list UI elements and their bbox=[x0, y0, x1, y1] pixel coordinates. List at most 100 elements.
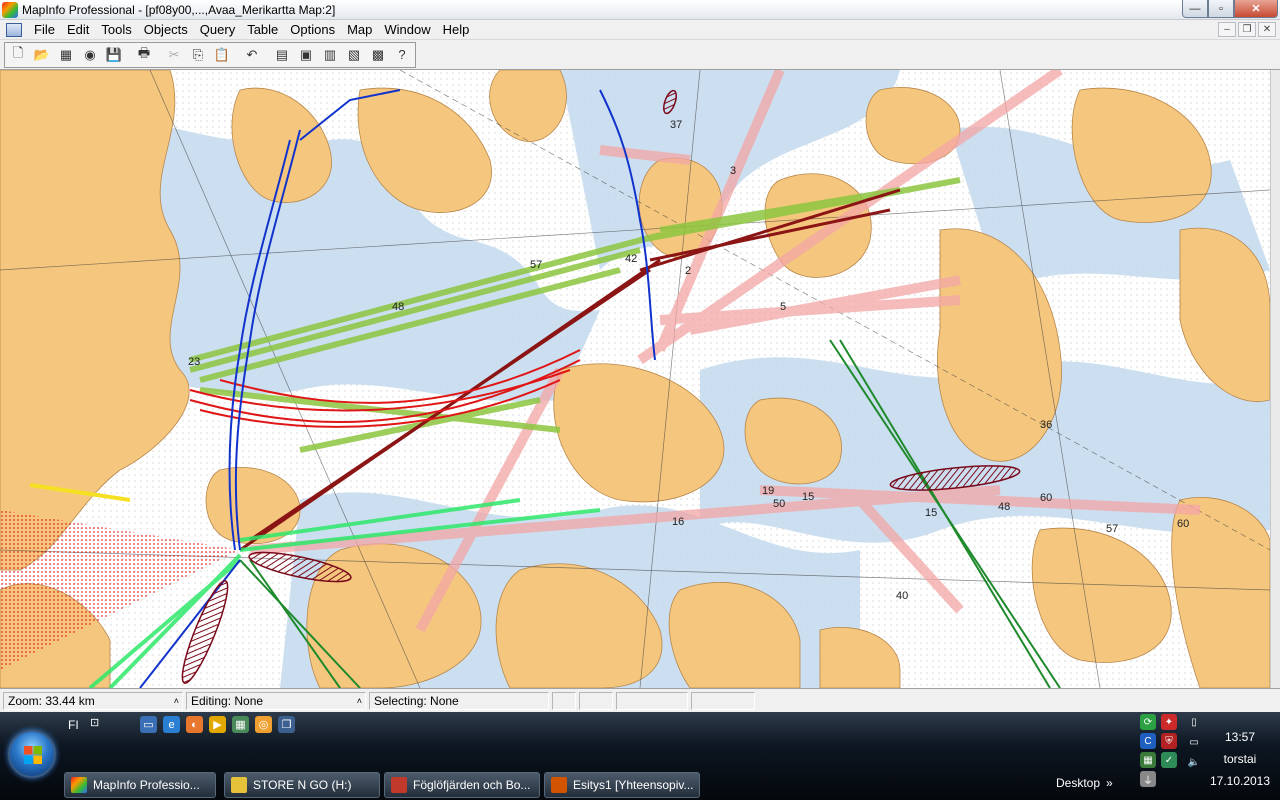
security-icon[interactable]: ✦ bbox=[1161, 714, 1177, 730]
task-powerpoint-esitys1[interactable]: Esitys1 [Yhteensopiv... bbox=[544, 772, 700, 798]
new-layout-button[interactable]: ▧ bbox=[342, 43, 366, 66]
map-label: 42 bbox=[625, 253, 637, 265]
new-table-button[interactable]: 🗋 bbox=[6, 43, 30, 66]
map-label: 23 bbox=[188, 356, 200, 368]
desktop-toolbar[interactable]: Desktop » bbox=[1056, 776, 1113, 790]
status-bar: Zoom: 33.44 km ˄ Editing: None ˄ Selecti… bbox=[0, 688, 1280, 712]
paste-button[interactable]: 📋 bbox=[210, 43, 234, 66]
app-launcher-icon[interactable]: ◎ bbox=[255, 716, 272, 733]
task-label: Föglöfjärden och Bo... bbox=[413, 778, 531, 792]
mapinfo-app-icon[interactable] bbox=[2, 1, 18, 18]
task-label: Esitys1 [Yhteensopiv... bbox=[573, 778, 694, 792]
menu-query[interactable]: Query bbox=[194, 20, 241, 40]
display-icon[interactable]: ▭ bbox=[1186, 734, 1202, 750]
internet-explorer-icon[interactable]: e bbox=[163, 716, 180, 733]
doc-close-button[interactable]: ✕ bbox=[1258, 22, 1276, 37]
map-label: 3 bbox=[730, 165, 736, 177]
menu-table[interactable]: Table bbox=[241, 20, 284, 40]
quick-launch: ▭ e ◐ ▶ ▦ ◎ ❐ bbox=[140, 716, 295, 733]
zoom-status[interactable]: Zoom: 33.44 km ˄ bbox=[3, 691, 183, 710]
close-button[interactable]: ✕ bbox=[1234, 0, 1278, 18]
copy-button[interactable]: ⎘ bbox=[186, 43, 210, 66]
volume-icon[interactable]: 🔈 bbox=[1186, 754, 1202, 770]
task-label: STORE N GO (H:) bbox=[253, 778, 352, 792]
status-cell-empty bbox=[552, 691, 576, 710]
print-button[interactable]: 🖶 bbox=[132, 43, 156, 66]
language-options-icon[interactable]: ⊡ bbox=[90, 716, 99, 729]
menu-window[interactable]: Window bbox=[378, 20, 436, 40]
window-controls: — ▫ ✕ bbox=[1182, 0, 1278, 18]
system-tray-secondary: ▯ ▭ 🔈 bbox=[1186, 714, 1202, 770]
new-browser-button[interactable]: ▤ bbox=[270, 43, 294, 66]
media-player-icon[interactable]: ▶ bbox=[209, 716, 226, 733]
powerpoint-task-icon bbox=[551, 777, 567, 793]
chevron-icon: » bbox=[1106, 776, 1113, 790]
usb-device-icon[interactable]: ⏚ bbox=[1140, 771, 1156, 787]
menu-map[interactable]: Map bbox=[341, 20, 378, 40]
task-powerpoint-foglofjarden[interactable]: Föglöfjärden och Bo... bbox=[384, 772, 540, 798]
sync-icon[interactable]: ⟳ bbox=[1140, 714, 1156, 730]
map-vertical-scrollbar[interactable] bbox=[1270, 70, 1280, 688]
map-label: 15 bbox=[802, 491, 814, 503]
toolbar-group: 🗋 📂 ▦ ◉ 💾 🖶 ✂ ⎘ 📋 ↶ ▤ ▣ ▥ ▧ ▩ ? bbox=[4, 41, 416, 68]
desktop-label-text: Desktop bbox=[1056, 776, 1101, 790]
show-desktop-icon[interactable]: ▭ bbox=[140, 716, 157, 733]
menu-file[interactable]: File bbox=[28, 20, 61, 40]
task-store-n-go[interactable]: STORE N GO (H:) bbox=[224, 772, 380, 798]
start-button[interactable] bbox=[8, 730, 56, 778]
connection-icon[interactable]: C bbox=[1140, 733, 1156, 749]
selecting-status[interactable]: Selecting: None bbox=[369, 691, 549, 710]
network-icon[interactable]: ▦ bbox=[1140, 752, 1156, 768]
map-label: 57 bbox=[530, 259, 542, 271]
minimize-button[interactable]: — bbox=[1182, 0, 1208, 18]
editing-status-text: Editing: None bbox=[191, 693, 264, 708]
save-table-button[interactable]: 💾 bbox=[102, 43, 126, 66]
menu-edit[interactable]: Edit bbox=[61, 20, 95, 40]
language-indicator[interactable]: FI bbox=[68, 718, 79, 732]
zoom-status-text: Zoom: 33.44 km bbox=[8, 693, 95, 708]
map-label: 60 bbox=[1177, 518, 1189, 530]
window-switcher-icon[interactable]: ❐ bbox=[278, 716, 295, 733]
system-tray: ⟳ ✦ C ⛨ ▦ ✓ ⏚ bbox=[1140, 714, 1179, 787]
menu-options[interactable]: Options bbox=[284, 20, 341, 40]
menu-tools[interactable]: Tools bbox=[95, 20, 137, 40]
windows-logo-icon bbox=[24, 746, 42, 764]
nautical-chart[interactable]: 37 3 57 42 2 48 5 23 36 19 15 50 60 48 5… bbox=[0, 70, 1270, 688]
windows-taskbar: FI ⊡ ▭ e ◐ ▶ ▦ ◎ ❐ MapInfo Professio... … bbox=[0, 712, 1280, 800]
status-cell-empty bbox=[579, 691, 613, 710]
checkmark-icon[interactable]: ✓ bbox=[1161, 752, 1177, 768]
menu-help[interactable]: Help bbox=[437, 20, 476, 40]
map-label: 15 bbox=[925, 507, 937, 519]
menu-objects[interactable]: Objects bbox=[138, 20, 194, 40]
undo-button[interactable]: ↶ bbox=[240, 43, 264, 66]
map-window[interactable]: 37 3 57 42 2 48 5 23 36 19 15 50 60 48 5… bbox=[0, 70, 1270, 688]
map-label: 16 bbox=[672, 516, 684, 528]
new-grapher-button[interactable]: ▥ bbox=[318, 43, 342, 66]
editing-status[interactable]: Editing: None ˄ bbox=[186, 691, 366, 710]
task-mapinfo[interactable]: MapInfo Professio... bbox=[64, 772, 216, 798]
map-label: 36 bbox=[1040, 419, 1052, 431]
image-viewer-icon[interactable]: ▦ bbox=[232, 716, 249, 733]
status-cell-empty bbox=[691, 691, 755, 710]
new-mapper-button[interactable]: ▣ bbox=[294, 43, 318, 66]
help-button[interactable]: ? bbox=[390, 43, 414, 66]
map-label: 60 bbox=[1040, 492, 1052, 504]
shield-icon[interactable]: ⛨ bbox=[1161, 733, 1177, 749]
status-cell-empty bbox=[616, 691, 688, 710]
title-bar: MapInfo Professional - [pf08y00,...,Avaa… bbox=[0, 0, 1280, 20]
open-table-button[interactable]: 📂 bbox=[30, 43, 54, 66]
doc-minimize-button[interactable]: – bbox=[1218, 22, 1236, 37]
system-clock[interactable]: 13:57 torstai 17.10.2013 bbox=[1208, 726, 1272, 792]
menu-bar: File Edit Tools Objects Query Table Opti… bbox=[0, 20, 1280, 40]
doc-restore-button[interactable]: ❐ bbox=[1238, 22, 1256, 37]
maximize-button[interactable]: ▫ bbox=[1208, 0, 1234, 18]
open-dbms-button[interactable]: ◉ bbox=[78, 43, 102, 66]
cut-button[interactable]: ✂ bbox=[162, 43, 186, 66]
map-label: 19 bbox=[762, 485, 774, 497]
document-window-icon[interactable] bbox=[6, 22, 22, 37]
open-workspace-button[interactable]: ▦ bbox=[54, 43, 78, 66]
clock-day: torstai bbox=[1223, 752, 1257, 766]
firefox-icon[interactable]: ◐ bbox=[186, 716, 203, 733]
new-redistrict-button[interactable]: ▩ bbox=[366, 43, 390, 66]
safely-remove-icon[interactable]: ▯ bbox=[1186, 714, 1202, 730]
